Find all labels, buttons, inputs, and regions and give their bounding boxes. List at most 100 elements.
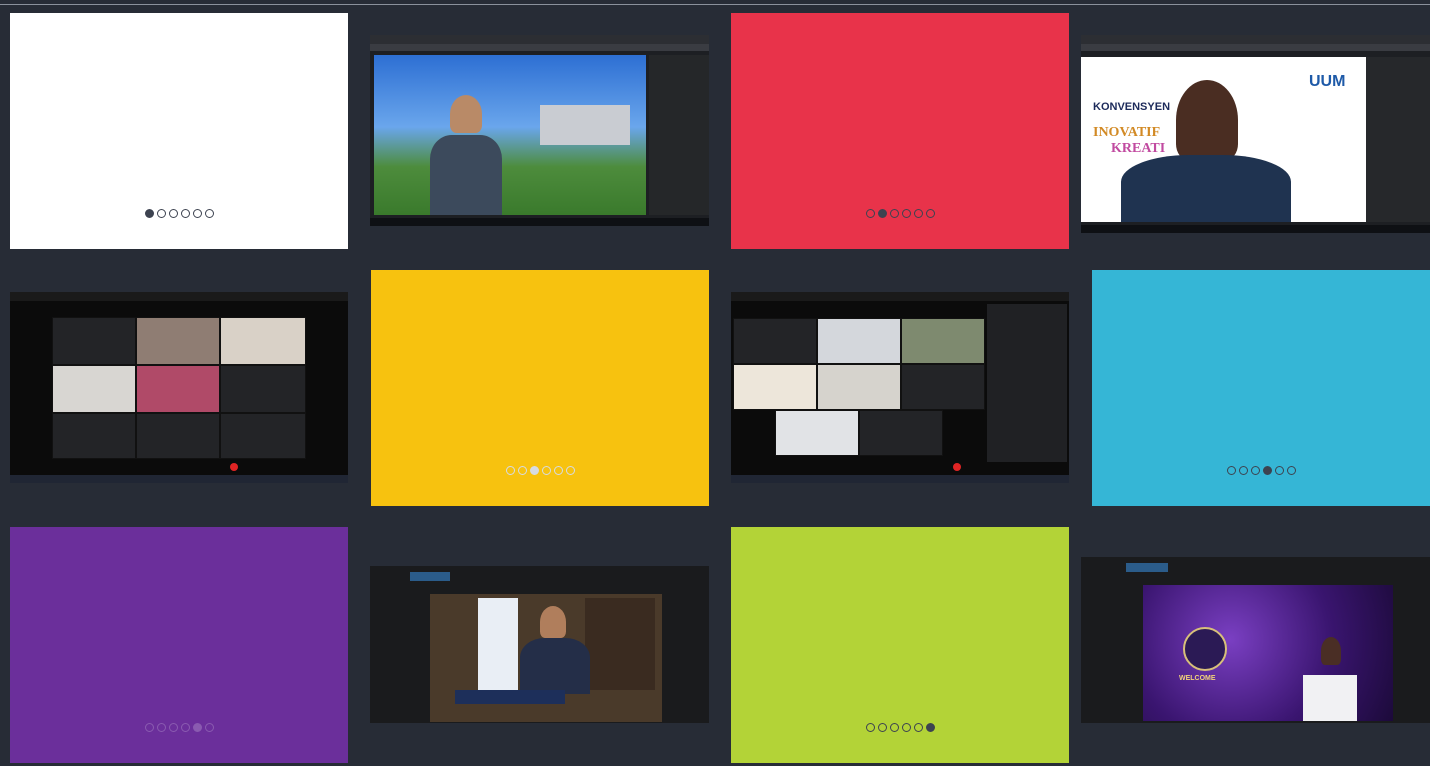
grid-cell <box>52 317 136 365</box>
pager-dot[interactable] <box>1250 466 1260 475</box>
browser-toolbar <box>370 44 709 51</box>
pager-dots[interactable] <box>10 723 348 732</box>
color-tile-yellow[interactable] <box>371 270 709 506</box>
browser-toolbar <box>1081 44 1430 51</box>
pager-dots[interactable] <box>10 209 348 218</box>
pager-dots[interactable] <box>371 466 709 475</box>
grid-cell <box>859 410 943 456</box>
chat-panel <box>1366 57 1430 222</box>
pager-dot[interactable] <box>168 723 178 732</box>
pager-dot[interactable] <box>913 209 923 218</box>
pager-dot[interactable] <box>877 723 887 732</box>
leave-button <box>953 463 961 471</box>
screenshot-ceremony-stream[interactable]: WELCOME <box>1081 557 1430 723</box>
screenshot-presenter-video[interactable] <box>370 566 709 723</box>
presenter-body <box>520 638 590 694</box>
chat-panel <box>649 55 709 215</box>
color-tile-white[interactable] <box>10 13 348 249</box>
presenter-person <box>540 606 566 638</box>
pager-dot[interactable] <box>925 209 935 218</box>
pager-dot[interactable] <box>877 209 887 218</box>
pager-dot[interactable] <box>1262 466 1272 475</box>
building <box>540 105 630 145</box>
pager-dot[interactable] <box>180 209 190 218</box>
pager-dot[interactable] <box>144 723 154 732</box>
pager-dot[interactable] <box>865 723 875 732</box>
browser-tab-bar <box>370 35 709 44</box>
pager-dot[interactable] <box>889 723 899 732</box>
browser-tab-bar <box>1081 35 1430 44</box>
top-divider <box>0 4 1430 5</box>
taskbar <box>370 218 709 226</box>
participants-panel <box>987 304 1067 462</box>
pager-dot[interactable] <box>1286 466 1296 475</box>
wall-poster <box>478 598 518 690</box>
speaker-body <box>430 135 502 215</box>
grid-cell <box>136 317 220 365</box>
pager-dot[interactable] <box>517 466 527 475</box>
taskbar <box>10 475 348 483</box>
color-tile-cyan[interactable] <box>1092 270 1430 506</box>
screenshot-meeting-grid-2[interactable] <box>731 292 1069 483</box>
pager-dot[interactable] <box>901 723 911 732</box>
grid-cell <box>220 317 306 365</box>
pager-dot[interactable] <box>553 466 563 475</box>
pager-dot[interactable] <box>901 209 911 218</box>
leave-button <box>230 463 238 471</box>
pager-dots[interactable] <box>731 209 1069 218</box>
meeting-label <box>410 572 450 581</box>
pager-dot[interactable] <box>565 466 575 475</box>
speaker-person <box>450 95 482 133</box>
pager-dot[interactable] <box>144 209 154 218</box>
grid-cell <box>136 365 220 413</box>
pager-dot[interactable] <box>889 209 899 218</box>
speaker-person <box>1176 80 1238 160</box>
grid-cell <box>817 318 901 364</box>
pager-dot[interactable] <box>529 466 539 475</box>
pager-dot[interactable] <box>204 209 214 218</box>
grid-cell <box>220 365 306 413</box>
pager-dot[interactable] <box>913 723 923 732</box>
pager-dot[interactable] <box>541 466 551 475</box>
pager-dot[interactable] <box>168 209 178 218</box>
pager-dot[interactable] <box>925 723 935 732</box>
slide-title-2: INOVATIF <box>1093 125 1161 140</box>
screenshot-video-call-speaker[interactable] <box>370 35 709 226</box>
bookshelf <box>585 598 655 690</box>
color-tile-purple[interactable] <box>10 527 348 763</box>
pager-dot[interactable] <box>204 723 214 732</box>
screenshot-video-call-konvensyen[interactable]: UUM KONVENSYEN INOVATIF KREATI <box>1081 35 1430 233</box>
window-titlebar <box>731 292 1069 301</box>
welcome-heading: WELCOME <box>1179 675 1216 682</box>
taskbar <box>1081 225 1430 233</box>
crest-emblem <box>1183 627 1227 671</box>
pager-dot[interactable] <box>192 723 202 732</box>
pager-dots[interactable] <box>1092 466 1430 475</box>
slide-title-1: KONVENSYEN <box>1093 101 1171 113</box>
pager-dot[interactable] <box>505 466 515 475</box>
grid-cell <box>52 365 136 413</box>
speaker-body <box>1121 155 1291 222</box>
pager-dot[interactable] <box>1274 466 1284 475</box>
grid-cell <box>775 410 859 456</box>
color-tile-red[interactable] <box>731 13 1069 249</box>
window-titlebar <box>10 292 348 301</box>
grid-cell <box>52 413 136 459</box>
pager-dot[interactable] <box>865 209 875 218</box>
lower-third-caption <box>455 690 565 704</box>
grid-cell <box>733 364 817 410</box>
grid-cell <box>136 413 220 459</box>
screenshot-meeting-grid-1[interactable] <box>10 292 348 483</box>
pager-dots[interactable] <box>731 723 1069 732</box>
pager-dot[interactable] <box>156 723 166 732</box>
uum-logo: UUM <box>1309 73 1346 90</box>
pager-dot[interactable] <box>156 209 166 218</box>
speaker-person <box>1321 637 1341 665</box>
taskbar <box>731 475 1069 483</box>
pager-dot[interactable] <box>1238 466 1248 475</box>
color-tile-green[interactable] <box>731 527 1069 763</box>
grid-cell <box>733 318 817 364</box>
pager-dot[interactable] <box>192 209 202 218</box>
pager-dot[interactable] <box>1226 466 1236 475</box>
pager-dot[interactable] <box>180 723 190 732</box>
